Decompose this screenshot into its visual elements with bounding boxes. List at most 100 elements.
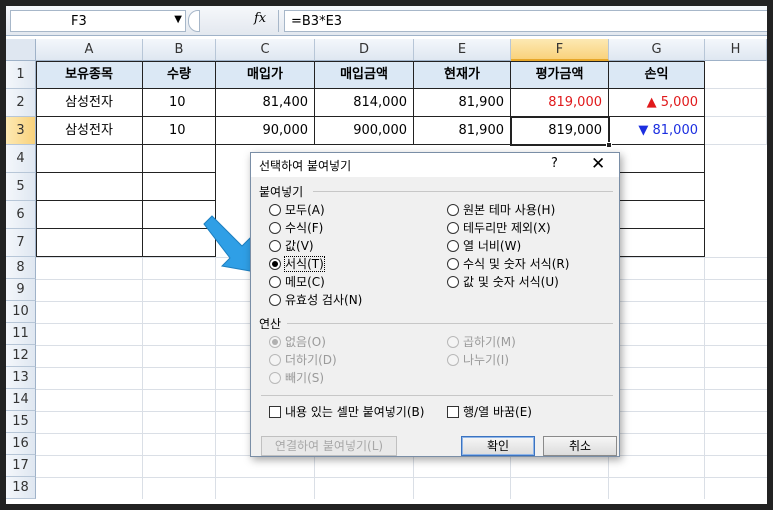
select-all-corner[interactable] [6,39,36,61]
row-header-14[interactable]: 14 [6,389,36,411]
paste-option-comments[interactable]: 메모(C) [269,273,325,291]
operation-multiply: 곱하기(M) [447,333,516,351]
cell-g5[interactable] [609,173,705,201]
row-header-13[interactable]: 13 [6,367,36,389]
cell-h2[interactable] [705,89,767,117]
radio-selected-icon [269,336,281,348]
cell-a4[interactable] [36,145,143,173]
cell-e2[interactable]: 81,900 [414,89,511,117]
cell-h3[interactable] [705,117,767,145]
paste-option-formulas[interactable]: 수식(F) [269,219,323,237]
paste-group-label: 붙여넣기 [259,185,304,199]
paste-option-formats[interactable]: 서식(T) [269,255,325,273]
table-left-border [36,61,37,257]
paste-option-all[interactable]: 모두(A) [269,201,325,219]
cell-g7[interactable] [609,229,705,257]
fill-handle[interactable] [606,142,612,148]
radio-icon [447,204,459,216]
paste-option-values-number-formats[interactable]: 값 및 숫자 서식(U) [447,273,559,291]
cell-f1[interactable]: 평가금액 [511,61,609,89]
column-header-g[interactable]: G [609,39,705,61]
paste-option-source-theme[interactable]: 원본 테마 사용(H) [447,201,555,219]
radio-icon [447,258,459,270]
checkbox-icon [269,406,281,418]
transpose-checkbox[interactable]: 행/열 바꿈(E) [447,403,532,421]
cell-e1[interactable]: 현재가 [414,61,511,89]
row-header-11[interactable]: 11 [6,323,36,345]
help-icon[interactable]: ? [551,156,558,171]
cell-g4[interactable] [609,145,705,173]
cell-g3[interactable]: ▼ 81,000 [609,117,705,145]
cell-d3[interactable]: 900,000 [315,117,414,145]
insert-function-icon[interactable]: fx [254,11,266,26]
cell-c2[interactable]: 81,400 [216,89,315,117]
column-header-d[interactable]: D [315,39,414,61]
row-header-7[interactable]: 7 [6,229,36,257]
row-header-1[interactable]: 1 [6,61,36,89]
row-header-8[interactable]: 8 [6,257,36,279]
name-box[interactable]: F3 ▼ [10,10,186,32]
row-header-5[interactable]: 5 [6,173,36,201]
column-header-f[interactable]: F [511,39,609,61]
column-header-e[interactable]: E [414,39,511,61]
cell-a3[interactable]: 삼성전자 [36,117,143,145]
row-header-2[interactable]: 2 [6,89,36,117]
formula-input[interactable]: =B3*E3 [284,10,767,32]
cell-a7[interactable] [36,229,143,257]
cell-a1[interactable]: 보유종목 [36,61,143,89]
cell-b5[interactable] [143,173,216,201]
cell-g6[interactable] [609,201,705,229]
formula-bar-resize-handle[interactable] [188,10,200,32]
formula-bar: F3 ▼ fx =B3*E3 [6,6,767,36]
cell-a5[interactable] [36,173,143,201]
row-header-10[interactable]: 10 [6,301,36,323]
paste-option-validation[interactable]: 유효성 검사(N) [269,291,362,309]
cell-f3[interactable]: 819,000 [511,117,609,145]
cell-d1[interactable]: 매입금액 [315,61,414,89]
radio-icon [269,204,281,216]
ok-button[interactable]: 확인 [461,436,535,456]
group-divider [313,191,613,192]
table-top-border [36,61,705,62]
operation-divide: 나누기(I) [447,351,509,369]
row-header-16[interactable]: 16 [6,433,36,455]
row-header-9[interactable]: 9 [6,279,36,301]
cell-b3[interactable]: 10 [143,117,216,145]
operation-group-label: 연산 [259,317,282,331]
column-header-b[interactable]: B [143,39,216,61]
paste-option-column-widths[interactable]: 열 너비(W) [447,237,521,255]
cell-f2[interactable]: 819,000 [511,89,609,117]
radio-icon [269,372,281,384]
cell-a6[interactable] [36,201,143,229]
cell-d2[interactable]: 814,000 [315,89,414,117]
paste-option-values[interactable]: 값(V) [269,237,314,255]
chevron-down-icon[interactable]: ▼ [174,14,182,25]
row-header-17[interactable]: 17 [6,455,36,477]
column-header-a[interactable]: A [36,39,143,61]
row-header-18[interactable]: 18 [6,477,36,499]
radio-icon [447,240,459,252]
cell-e3[interactable]: 81,900 [414,117,511,145]
row-header-6[interactable]: 6 [6,201,36,229]
column-header-h[interactable]: H [705,39,767,61]
cancel-button[interactable]: 취소 [543,436,617,456]
column-header-c[interactable]: C [216,39,315,61]
cell-c3[interactable]: 90,000 [216,117,315,145]
row-header-12[interactable]: 12 [6,345,36,367]
paste-option-formulas-number-formats[interactable]: 수식 및 숫자 서식(R) [447,255,569,273]
cell-g1[interactable]: 손익 [609,61,705,89]
close-icon[interactable]: ✕ [591,154,605,174]
cell-b2[interactable]: 10 [143,89,216,117]
cell-b1[interactable]: 수량 [143,61,216,89]
cell-b4[interactable] [143,145,216,173]
radio-icon [269,276,281,288]
row-header-4[interactable]: 4 [6,145,36,173]
cell-h1[interactable] [705,61,767,89]
row-header-3[interactable]: 3 [6,117,36,145]
paste-option-no-borders[interactable]: 테두리만 제외(X) [447,219,551,237]
row-header-15[interactable]: 15 [6,411,36,433]
skip-blanks-checkbox[interactable]: 내용 있는 셀만 붙여넣기(B) [269,403,424,421]
cell-a2[interactable]: 삼성전자 [36,89,143,117]
cell-g2[interactable]: ▲ 5,000 [609,89,705,117]
cell-c1[interactable]: 매입가 [216,61,315,89]
